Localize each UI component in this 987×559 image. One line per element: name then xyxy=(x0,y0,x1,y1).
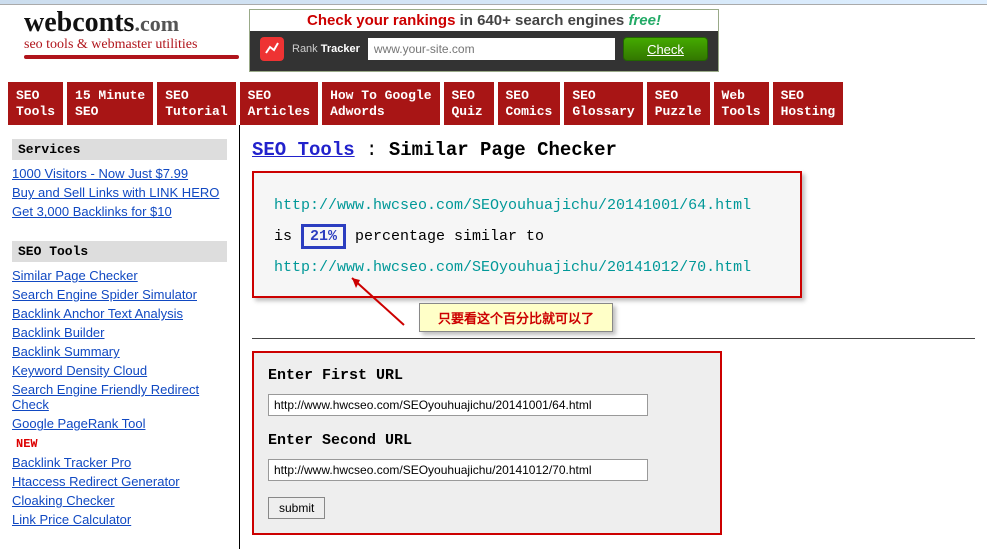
new-badge: NEW xyxy=(16,437,38,451)
service-link-2[interactable]: Get 3,000 Backlinks for $10 xyxy=(12,204,227,219)
divider xyxy=(252,338,975,339)
nav-item-1[interactable]: 15 Minute SEO xyxy=(67,82,153,125)
rank-tracker-icon xyxy=(260,37,284,61)
logo[interactable]: webconts.com seo tools & webmaster utili… xyxy=(24,9,239,59)
breadcrumb-link[interactable]: SEO Tools xyxy=(252,139,355,161)
logo-main: webconts.com xyxy=(24,9,239,37)
tool-link-11[interactable]: Link Price Calculator xyxy=(12,512,227,527)
similarity-percent: 21% xyxy=(301,224,346,249)
check-button[interactable]: Check xyxy=(623,37,708,61)
nav-item-9[interactable]: Web Tools xyxy=(714,82,769,125)
tool-link-2[interactable]: Backlink Anchor Text Analysis xyxy=(12,306,227,321)
second-url-input[interactable] xyxy=(268,459,648,481)
rank-label: Rank Tracker xyxy=(292,43,360,55)
tool-link-7[interactable]: Google PageRank Tool xyxy=(12,416,227,431)
nav-item-7[interactable]: SEO Glossary xyxy=(564,82,642,125)
first-url-label: Enter First URL xyxy=(268,367,706,384)
second-url-label: Enter Second URL xyxy=(268,432,706,449)
rank-site-input[interactable] xyxy=(368,38,615,60)
tool-link-0[interactable]: Similar Page Checker xyxy=(12,268,227,283)
tool-link-8[interactable]: Backlink Tracker Pro xyxy=(12,455,227,470)
tool-link-1[interactable]: Search Engine Spider Simulator xyxy=(12,287,227,302)
tool-link-3[interactable]: Backlink Builder xyxy=(12,325,227,340)
service-link-0[interactable]: 1000 Visitors - Now Just $7.99 xyxy=(12,166,227,181)
annotation-arrow-icon xyxy=(344,270,414,330)
nav-item-10[interactable]: SEO Hosting xyxy=(773,82,844,125)
logo-ext: .com xyxy=(134,11,179,36)
nav-item-0[interactable]: SEO Tools xyxy=(8,82,63,125)
tool-link-4[interactable]: Backlink Summary xyxy=(12,344,227,359)
logo-subtitle: seo tools & webmaster utilities xyxy=(24,37,239,59)
page-title-text: Similar Page Checker xyxy=(389,139,617,161)
result-similarity-line: is 21% percentage similar to xyxy=(274,224,780,249)
seo-tools-header: SEO Tools xyxy=(12,241,227,262)
nav-item-5[interactable]: SEO Quiz xyxy=(444,82,494,125)
submit-button[interactable]: submit xyxy=(268,497,325,519)
headline-green: free! xyxy=(628,12,661,29)
result-url-2: http://www.hwcseo.com/SEOyouhuajichu/201… xyxy=(274,259,780,276)
result-box: http://www.hwcseo.com/SEOyouhuajichu/201… xyxy=(252,171,802,298)
header: webconts.com seo tools & webmaster utili… xyxy=(0,5,987,82)
tool-link-9[interactable]: Htaccess Redirect Generator xyxy=(12,474,227,489)
nav-item-8[interactable]: SEO Puzzle xyxy=(647,82,710,125)
tool-link-5[interactable]: Keyword Density Cloud xyxy=(12,363,227,378)
tool-link-6[interactable]: Search Engine Friendly Redirect Check xyxy=(12,382,227,412)
headline-mid: in 640+ search engines xyxy=(455,12,628,29)
logo-text: webconts xyxy=(24,7,134,38)
rank-checker-widget: Check your rankings in 640+ search engin… xyxy=(249,9,719,72)
nav-item-6[interactable]: SEO Comics xyxy=(498,82,561,125)
content: SEO Tools : Similar Page Checker http://… xyxy=(240,125,987,549)
first-url-input[interactable] xyxy=(268,394,648,416)
services-header: Services xyxy=(12,139,227,160)
nav-item-3[interactable]: SEO Articles xyxy=(240,82,318,125)
rank-checker-headline: Check your rankings in 640+ search engin… xyxy=(250,10,718,31)
service-link-1[interactable]: Buy and Sell Links with LINK HERO xyxy=(12,185,227,200)
url-form: Enter First URL Enter Second URL submit xyxy=(252,351,722,535)
main-nav: SEO Tools15 Minute SEOSEO TutorialSEO Ar… xyxy=(0,82,987,125)
nav-item-2[interactable]: SEO Tutorial xyxy=(157,82,235,125)
tool-link-10[interactable]: Cloaking Checker xyxy=(12,493,227,508)
headline-red: Check your rankings xyxy=(307,12,455,29)
annotation-callout: 只要看这个百分比就可以了 xyxy=(419,303,613,332)
nav-item-4[interactable]: How To Google Adwords xyxy=(322,82,439,125)
page-title: SEO Tools : Similar Page Checker xyxy=(252,139,975,161)
result-url-1: http://www.hwcseo.com/SEOyouhuajichu/201… xyxy=(274,197,780,214)
sidebar: Services 1000 Visitors - Now Just $7.99 B… xyxy=(0,125,240,549)
